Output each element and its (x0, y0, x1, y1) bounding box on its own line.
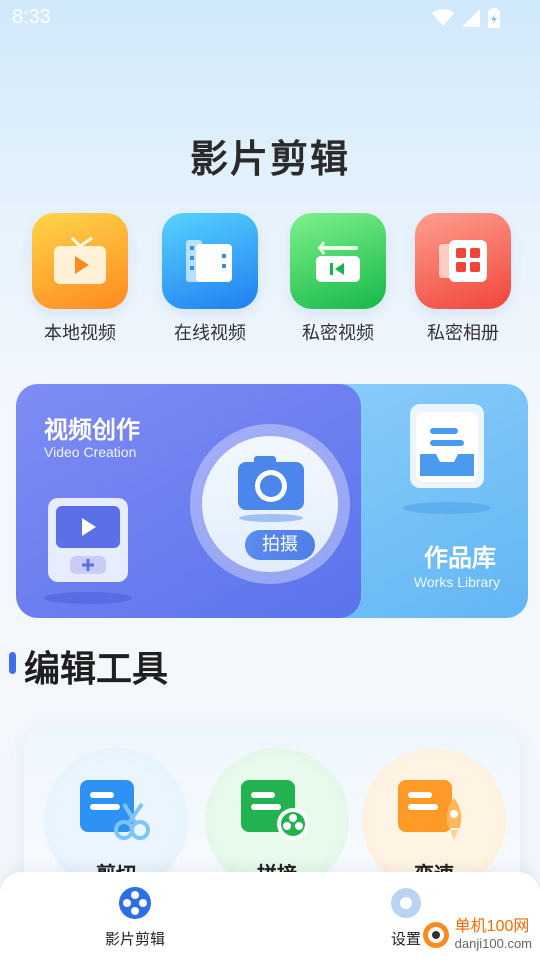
shortcut-private-video[interactable]: 私密视频 (288, 213, 388, 345)
private-video-icon (316, 241, 360, 282)
cell-signal-icon (462, 9, 480, 27)
video-creation-subtitle: Video Creation (44, 444, 137, 460)
private-video-tile[interactable] (290, 213, 386, 309)
page-title: 影片剪辑 (189, 137, 350, 181)
rocket-icon (398, 780, 462, 840)
status-icons (432, 8, 500, 28)
local-video-tile[interactable] (32, 213, 128, 309)
tv-play-icon (54, 236, 106, 284)
shoot-label: 拍摄 (245, 530, 315, 560)
puzzle-icon (241, 780, 309, 840)
film-folder-icon (186, 240, 232, 282)
watermark-url: danji100.com (454, 936, 532, 951)
watermark-logo-icon (422, 921, 449, 948)
album-grid-icon (439, 240, 487, 282)
battery-icon (488, 8, 500, 28)
wifi-icon (432, 9, 454, 26)
works-library-subtitle: Works Library (413, 574, 500, 590)
watermark: 单机100网 danji100.com (421, 918, 532, 951)
video-device-icon (44, 498, 132, 604)
camera-icon (238, 456, 304, 522)
shortcut-local-video[interactable]: 本地视频 (30, 213, 130, 345)
shortcut-label: 在线视频 (174, 323, 246, 344)
shortcut-label: 本地视频 (44, 323, 116, 344)
scissors-icon (80, 780, 150, 840)
shortcut-label: 私密相册 (427, 323, 499, 344)
nav-item-editor[interactable]: 影片剪辑 (75, 886, 195, 949)
shortcut-online-video[interactable]: 在线视频 (160, 213, 260, 345)
status-time: 8:33 (12, 6, 51, 28)
works-inbox-icon (403, 404, 491, 514)
works-library-title: 作品库 (424, 544, 496, 572)
private-album-tile[interactable] (415, 213, 511, 309)
shoot-button-ring[interactable]: 拍摄 (190, 424, 350, 584)
status-bar: 8:33 (0, 0, 540, 36)
online-video-tile[interactable] (162, 213, 258, 309)
creation-banner: 作品库 Works Library 视频创作 Video Creation 拍摄 (16, 384, 528, 618)
tools-section-title: 编辑工具 (24, 649, 169, 690)
nav-label-editor: 影片剪辑 (104, 930, 165, 948)
section-accent-bar (9, 652, 16, 674)
film-reel-icon (119, 887, 151, 919)
shortcut-label: 私密视频 (302, 323, 374, 344)
shortcut-private-album[interactable]: 私密相册 (413, 213, 513, 345)
settings-icon (391, 888, 421, 918)
shoot-button[interactable]: 拍摄 (202, 436, 338, 572)
video-creation-title: 视频创作 (44, 416, 140, 444)
watermark-brand: 单机100网 (454, 918, 530, 935)
